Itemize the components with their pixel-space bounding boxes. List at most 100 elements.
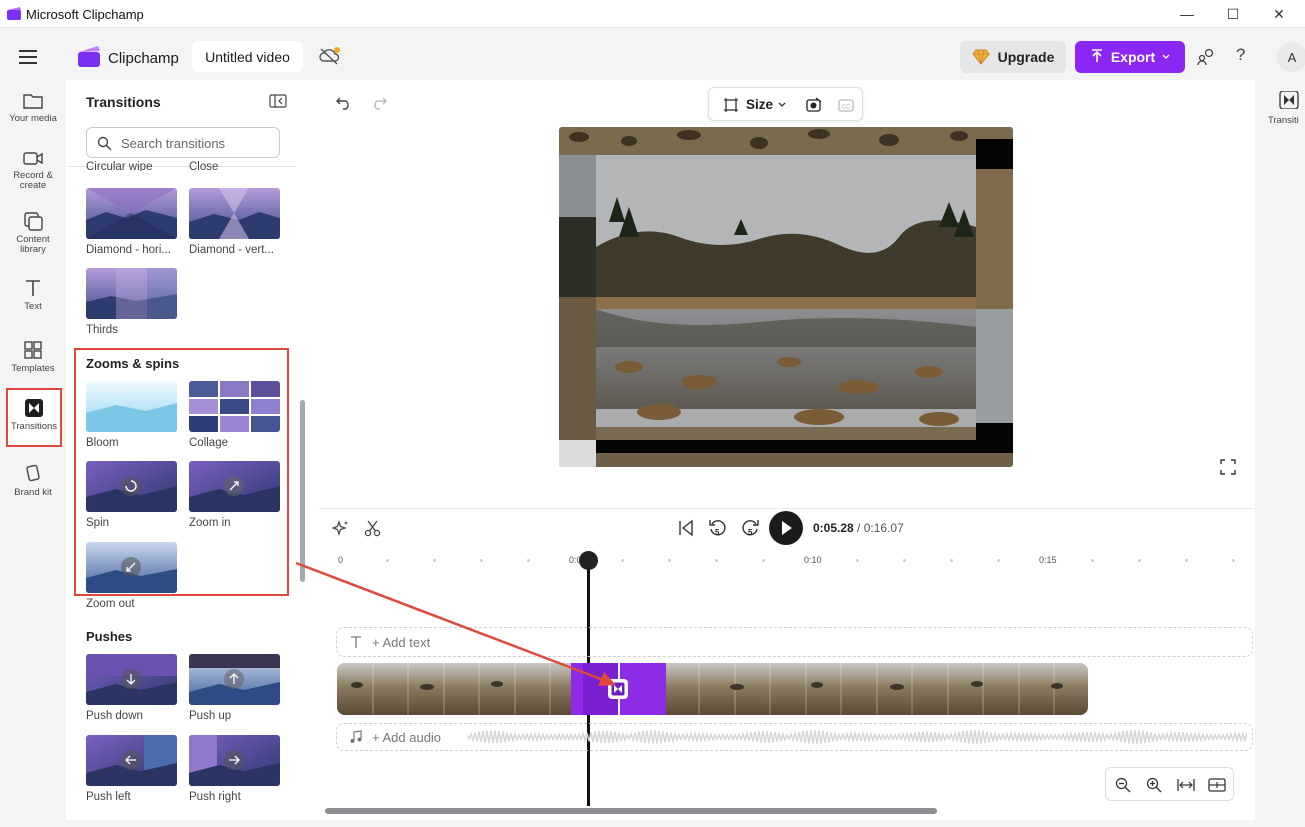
transition-thumb-thirds[interactable] [86,268,177,319]
timeline-zoom-controls [1105,767,1234,801]
right-nav-transitions[interactable]: Transiti [1258,90,1305,135]
library-icon [24,212,43,231]
add-text-track[interactable]: + Add text [336,627,1253,657]
transition-thumb-collage[interactable] [189,381,280,432]
nav-label: Transitions [10,421,58,432]
nav-text[interactable]: Text [3,270,63,328]
window-title: Microsoft Clipchamp [26,7,144,22]
transition-thumb-push-down[interactable] [86,654,177,705]
rewind-5-icon[interactable]: 5 [707,517,729,539]
transition-thumb-diamond-horizontal[interactable] [86,188,177,239]
transition-thumb-diamond-vertical[interactable] [189,188,280,239]
ruler-tick-label: 0 [338,555,344,565]
ruler-dot [903,559,906,562]
video-title-field[interactable]: Untitled video [192,41,303,72]
panel-scrollbar[interactable] [300,400,305,582]
text-icon [26,280,40,296]
zoom-in-icon[interactable] [1146,777,1162,793]
minimize-button[interactable]: — [1164,0,1210,28]
split-scissors-icon[interactable] [364,519,382,537]
transition-thumb-spin[interactable] [86,461,177,512]
ruler-dot [1185,559,1188,562]
nav-label: Templates [11,363,55,374]
video-preview[interactable] [559,127,1013,467]
search-transitions-box[interactable] [86,127,280,158]
ruler-dot [527,559,530,562]
add-text-label: + Add text [372,635,431,650]
brand-kit-icon [26,464,40,482]
play-button[interactable] [769,511,803,545]
folder-icon [23,94,43,109]
ruler-dot [386,559,389,562]
ruler-dot [856,559,859,562]
magic-sparkle-icon[interactable] [332,519,350,537]
search-input[interactable] [121,134,271,152]
zoom-out-icon[interactable] [1115,777,1131,793]
fit-to-width-icon[interactable] [1177,777,1195,793]
add-audio-label: + Add audio [372,730,442,745]
app-name: Clipchamp [108,50,179,67]
timeline-horizontal-scrollbar[interactable] [325,808,937,814]
rewind-seconds: 5 [715,528,720,537]
captions-icon[interactable]: CC [837,96,855,114]
size-dropdown[interactable]: Size [746,97,773,112]
time-separator: / [853,521,864,535]
timeline-ruler[interactable]: 0 0:05 0:10 0:15 [319,550,1253,570]
add-audio-track[interactable]: + Add audio [336,723,1253,751]
transition-marker-icon[interactable] [608,679,628,699]
transition-label: Push left [86,791,131,803]
share-people-icon[interactable] [1196,47,1216,67]
aspect-ratio-icon [724,98,738,112]
transition-label-partial: Close [189,161,219,171]
maximize-button[interactable]: ☐ [1210,0,1256,28]
timeline-view-icon[interactable] [1208,777,1226,793]
nav-label: Your media [9,113,57,124]
transition-thumb-push-left[interactable] [86,735,177,786]
ruler-dot [621,559,624,562]
transition-thumb-zoom-in[interactable] [189,461,280,512]
clip-filmstrip [337,663,1088,715]
chevron-down-icon [1162,54,1170,59]
timeline-divider [319,508,1253,509]
nav-content-library[interactable]: Content library [3,203,63,261]
section-heading-pushes: Pushes [86,629,133,644]
transition-thumb-push-right[interactable] [189,735,280,786]
nav-brand-kit[interactable]: Brand kit [3,456,63,514]
remove-background-icon[interactable] [805,96,823,114]
close-button[interactable]: ✕ [1256,0,1302,28]
video-clip-track[interactable] [337,663,1088,715]
current-time: 0:05.28 [813,521,854,535]
user-avatar[interactable]: A [1277,42,1305,72]
undo-icon[interactable] [335,94,353,110]
collapse-panel-icon[interactable] [269,94,287,108]
upgrade-button[interactable]: Upgrade [960,41,1066,73]
skip-to-start-icon[interactable] [677,519,695,537]
camera-icon [23,152,43,165]
nav-your-media[interactable]: Your media [3,84,63,142]
fullscreen-icon[interactable] [1220,459,1236,475]
transition-thumb-zoom-out[interactable] [86,542,177,593]
transition-label: Collage [189,437,228,449]
play-icon [782,521,792,535]
export-button[interactable]: Export [1075,41,1185,73]
upgrade-label: Upgrade [997,49,1055,65]
transition-thumb-push-up[interactable] [189,654,280,705]
transition-label: Bloom [86,437,119,449]
forward-5-icon[interactable]: 5 [739,517,761,539]
nav-templates[interactable]: Templates [3,332,63,390]
redo-icon[interactable] [370,94,388,110]
ruler-dot [668,559,671,562]
ruler-dot [480,559,483,562]
playhead-handle[interactable] [578,551,598,570]
ruler-tick-label: 0:10 [804,555,822,565]
nav-transitions[interactable]: Transitions [6,388,62,447]
hamburger-menu-icon[interactable] [18,49,40,65]
help-button[interactable]: ? [1236,45,1245,65]
cloud-backup-icon[interactable] [318,46,342,66]
transition-label: Diamond - hori... [86,244,172,256]
transition-thumb-bloom[interactable] [86,381,177,432]
nav-record-create[interactable]: Record & create [3,141,63,199]
ruler-dot [1232,559,1235,562]
transition-label-partial: Circular wipe [86,161,153,171]
ruler-dot [997,559,1000,562]
